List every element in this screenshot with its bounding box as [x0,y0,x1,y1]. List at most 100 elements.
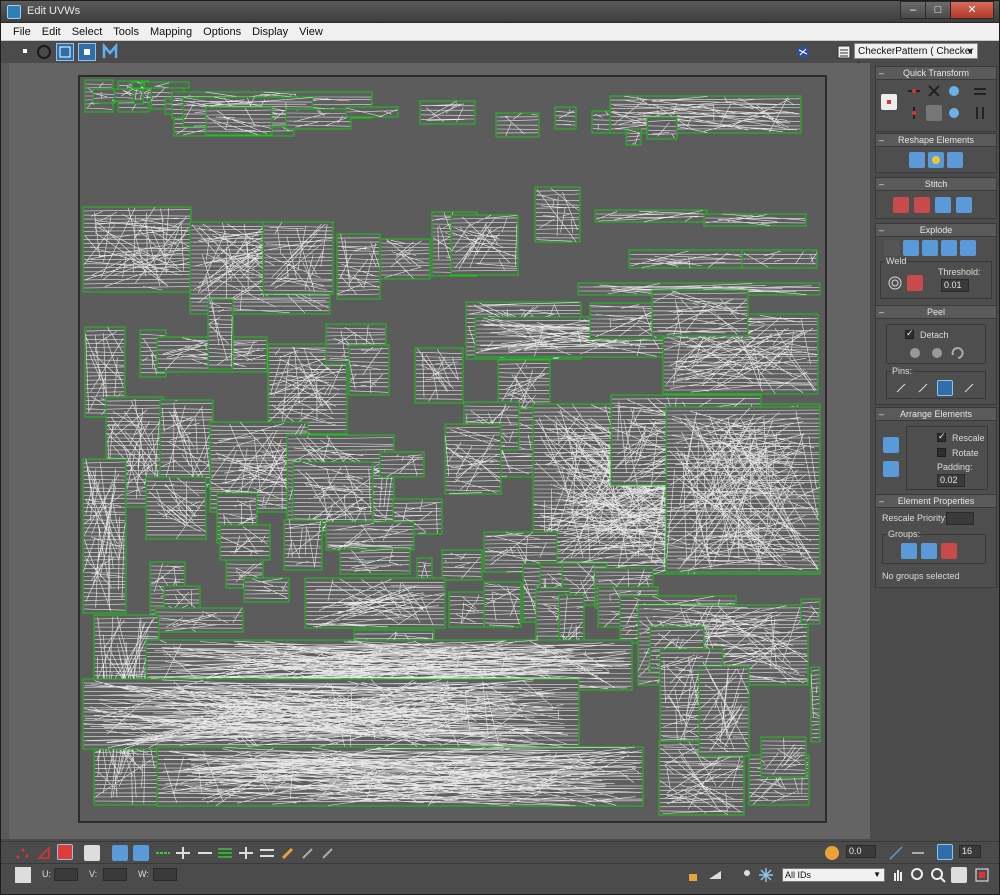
texture-dropdown[interactable]: CheckerPattern ( Checker ) ▼ [854,43,978,72]
loop-grow-icon[interactable] [175,845,191,861]
soft-selection-input[interactable]: 0.0 [846,845,876,858]
quick-peel-icon[interactable] [907,345,923,361]
grow-selection-icon[interactable] [112,845,128,861]
v-input[interactable] [103,868,127,881]
menu-edit[interactable]: Edit [42,26,61,38]
explode-selection-icon[interactable] [960,240,976,256]
falloff-icon[interactable] [888,845,904,861]
arrange-elements-title[interactable]: – Arrange Elements [875,407,997,421]
explode-material-icon[interactable] [922,240,938,256]
paint-shrink-icon[interactable] [320,845,336,861]
menu-select[interactable]: Select [72,26,103,38]
paint-select-icon[interactable] [280,845,296,861]
paint-grow-icon[interactable] [300,845,316,861]
edge-distance-icon[interactable] [910,845,926,861]
auto-pin-icon[interactable] [937,380,953,396]
move-icon[interactable] [17,43,35,61]
pack-normalize-icon[interactable] [883,461,899,477]
pin-icon[interactable] [915,380,931,396]
element-properties-title[interactable]: – Element Properties [875,494,997,508]
minimize-button[interactable]: – [900,1,926,19]
hide-icon[interactable] [707,867,723,883]
reset-peel-icon[interactable] [949,345,965,361]
grid-size-input[interactable]: 16 [959,845,981,858]
rotate-90-icon[interactable] [946,83,962,99]
rotate-checkbox[interactable] [937,448,946,457]
zoom-icon[interactable] [910,867,926,883]
edit-pins-icon[interactable] [893,380,909,396]
maximize-button[interactable]: □ [925,1,951,19]
zoom-extents-icon[interactable] [951,867,967,883]
lock-icon[interactable] [685,867,701,883]
freeform-icon[interactable] [78,43,96,61]
rotate-neg-90-icon[interactable] [946,105,962,121]
peel-mode-icon[interactable] [929,345,945,361]
zoom-selected-icon[interactable] [974,867,990,883]
threshold-input[interactable]: 0.01 [941,279,969,292]
align-pivot-icon[interactable] [881,94,897,110]
face-mode-icon[interactable] [57,844,73,860]
soft-selection-icon[interactable] [824,845,840,861]
align-horizontal-icon[interactable] [906,83,922,99]
w-input[interactable] [153,868,177,881]
menu-mapping[interactable]: Mapping [150,26,192,38]
menu-file[interactable]: File [13,26,31,38]
space-vertical-icon[interactable] [972,105,988,121]
u-input[interactable] [54,868,78,881]
group-select-icon[interactable] [901,543,917,559]
element-mode-icon[interactable] [84,845,100,861]
filter-icon[interactable] [758,867,774,883]
loop-icon[interactable] [155,845,171,861]
relax-arc-icon[interactable] [947,152,963,168]
quick-transform-title[interactable]: – Quick Transform [875,66,997,80]
loop-shrink-icon[interactable] [197,845,213,861]
relax-icon[interactable] [928,152,944,168]
unpin-icon[interactable] [961,380,977,396]
material-id-select[interactable]: All IDs ▼ [782,868,885,882]
rescale-checkbox[interactable] [937,431,946,442]
vertex-mode-icon[interactable] [14,845,30,861]
align-vert-2-icon[interactable] [906,105,922,121]
rescale-priority-input[interactable] [946,512,974,525]
pan-icon[interactable] [890,867,906,883]
rotate-icon[interactable] [35,43,53,61]
space-horizontal-icon[interactable] [972,83,988,99]
stitch-source-icon[interactable] [935,197,951,213]
stitch-average-icon[interactable] [914,197,930,213]
group-remove-icon[interactable] [941,543,957,559]
stitch-title[interactable]: – Stitch [875,177,997,191]
freeze-icon[interactable] [739,867,755,883]
list-icon[interactable] [836,44,854,62]
uv-mesh[interactable] [80,77,825,821]
close-button[interactable]: ✕ [950,1,994,19]
explode-title[interactable]: – Explode [875,223,997,237]
stitch-target-icon[interactable] [893,197,909,213]
title-bar[interactable]: Edit UVWs – □ ✕ [1,1,999,23]
menu-view[interactable]: View [299,26,323,38]
weld-target-icon[interactable] [887,275,903,291]
straighten-icon[interactable] [909,152,925,168]
align-vertical-icon[interactable] [926,83,942,99]
checker-icon[interactable] [794,43,812,61]
snap-grid-icon[interactable] [937,844,953,860]
ring-shrink-icon[interactable] [259,845,275,861]
ring-grow-icon[interactable] [238,845,254,861]
scale-icon[interactable] [56,43,74,61]
menu-display[interactable]: Display [252,26,288,38]
linear-align-icon[interactable] [926,105,942,121]
detach-checkbox[interactable] [905,328,914,339]
ring-icon[interactable] [217,845,233,861]
shrink-selection-icon[interactable] [133,845,149,861]
absolute-offset-icon[interactable] [15,867,31,883]
padding-input[interactable]: 0.02 [937,474,965,487]
zoom-region-icon[interactable] [930,867,946,883]
break-icon[interactable] [884,240,900,256]
mirror-icon[interactable] [101,42,119,61]
group-add-icon[interactable] [921,543,937,559]
menu-options[interactable]: Options [203,26,241,38]
weld-selected-icon[interactable] [907,275,923,291]
menu-tools[interactable]: Tools [113,26,139,38]
reshape-elements-title[interactable]: – Reshape Elements [875,133,997,147]
explode-smoothing-icon[interactable] [903,240,919,256]
peel-title[interactable]: – Peel [875,305,997,319]
